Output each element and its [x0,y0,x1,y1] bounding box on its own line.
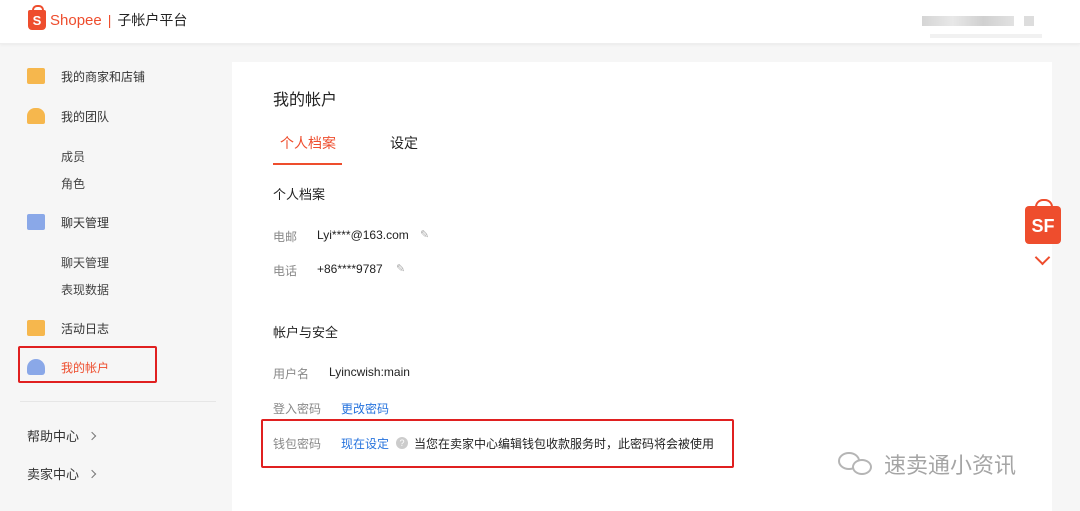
tab-settings[interactable]: 设定 [390,133,418,153]
username-value: Lyincwish:main [329,365,410,379]
brand-name: Shopee [50,11,102,29]
sidebar-item-label: 活动日志 [61,321,110,336]
edit-phone-icon[interactable]: ✎ [396,262,405,275]
log-icon [27,320,45,336]
help-center-link[interactable]: 帮助中心 [27,426,97,445]
chevron-right-icon [87,469,97,479]
store-icon [27,68,45,84]
sf-floating-badge[interactable]: SF [1025,199,1061,244]
sidebar-item-activity-log[interactable]: 活动日志 [27,317,109,339]
user-menu-icon[interactable] [1024,16,1034,26]
user-shadow [930,34,1042,38]
sidebar-item-label: 聊天管理 [61,215,110,230]
email-label: 电邮 [273,230,298,244]
sidebar-item-chat-management[interactable]: 聊天管理 [27,211,109,233]
sidebar-item-label: 我的商家和店铺 [61,69,146,84]
watermark-text: 速卖通小资讯 [884,453,1017,478]
sidebar-item-merchants-shops[interactable]: 我的商家和店铺 [27,65,145,87]
seller-center-link[interactable]: 卖家中心 [27,464,97,483]
profile-section-title: 个人档案 [273,187,326,202]
shopee-logo[interactable]: S Shopee | 子帐户平台 [28,5,188,30]
chat-icon [27,214,45,230]
active-tab-indicator [273,163,342,165]
wechat-icon [838,450,874,478]
sidebar-item-team[interactable]: 我的团队 [27,105,109,127]
email-value: Lyi****@163.com [317,228,409,242]
platform-title: 子帐户平台 [117,12,188,28]
change-password-link[interactable]: 更改密码 [341,400,389,417]
phone-value: +86****9787 [317,262,383,276]
security-section-title: 帐户与安全 [273,325,339,340]
username-label: 用户名 [273,367,310,381]
sidebar-item-label: 我的团队 [61,109,110,124]
chevron-right-icon [87,431,97,441]
sidebar-item-chat-management-sub[interactable]: 聊天管理 [61,254,109,271]
help-center-label: 帮助中心 [27,429,80,444]
sidebar-divider [20,401,216,402]
logo-separator: | [107,12,112,28]
phone-label: 电话 [273,264,298,278]
tab-profile[interactable]: 个人档案 [280,133,336,153]
seller-center-label: 卖家中心 [27,467,80,482]
user-account-blurred[interactable] [922,16,1014,26]
edit-email-icon[interactable]: ✎ [420,228,429,241]
top-header: S Shopee | 子帐户平台 [0,0,1080,44]
page-title: 我的帐户 [273,92,338,109]
sidebar-item-members[interactable]: 成员 [61,148,85,165]
watermark: 速卖通小资讯 [838,448,1016,480]
sidebar-item-roles[interactable]: 角色 [61,175,85,192]
highlight-box-my-account [18,346,157,383]
shopee-bag-icon: S [28,5,46,30]
highlight-box-wallet-password [261,419,734,468]
login-password-label: 登入密码 [273,402,322,416]
sidebar-item-performance[interactable]: 表现数据 [61,281,109,298]
team-icon [27,108,45,124]
sidebar: 我的商家和店铺 我的团队 成员 角色 聊天管理 聊天管理 表现数据 活动日志 我… [0,45,216,511]
